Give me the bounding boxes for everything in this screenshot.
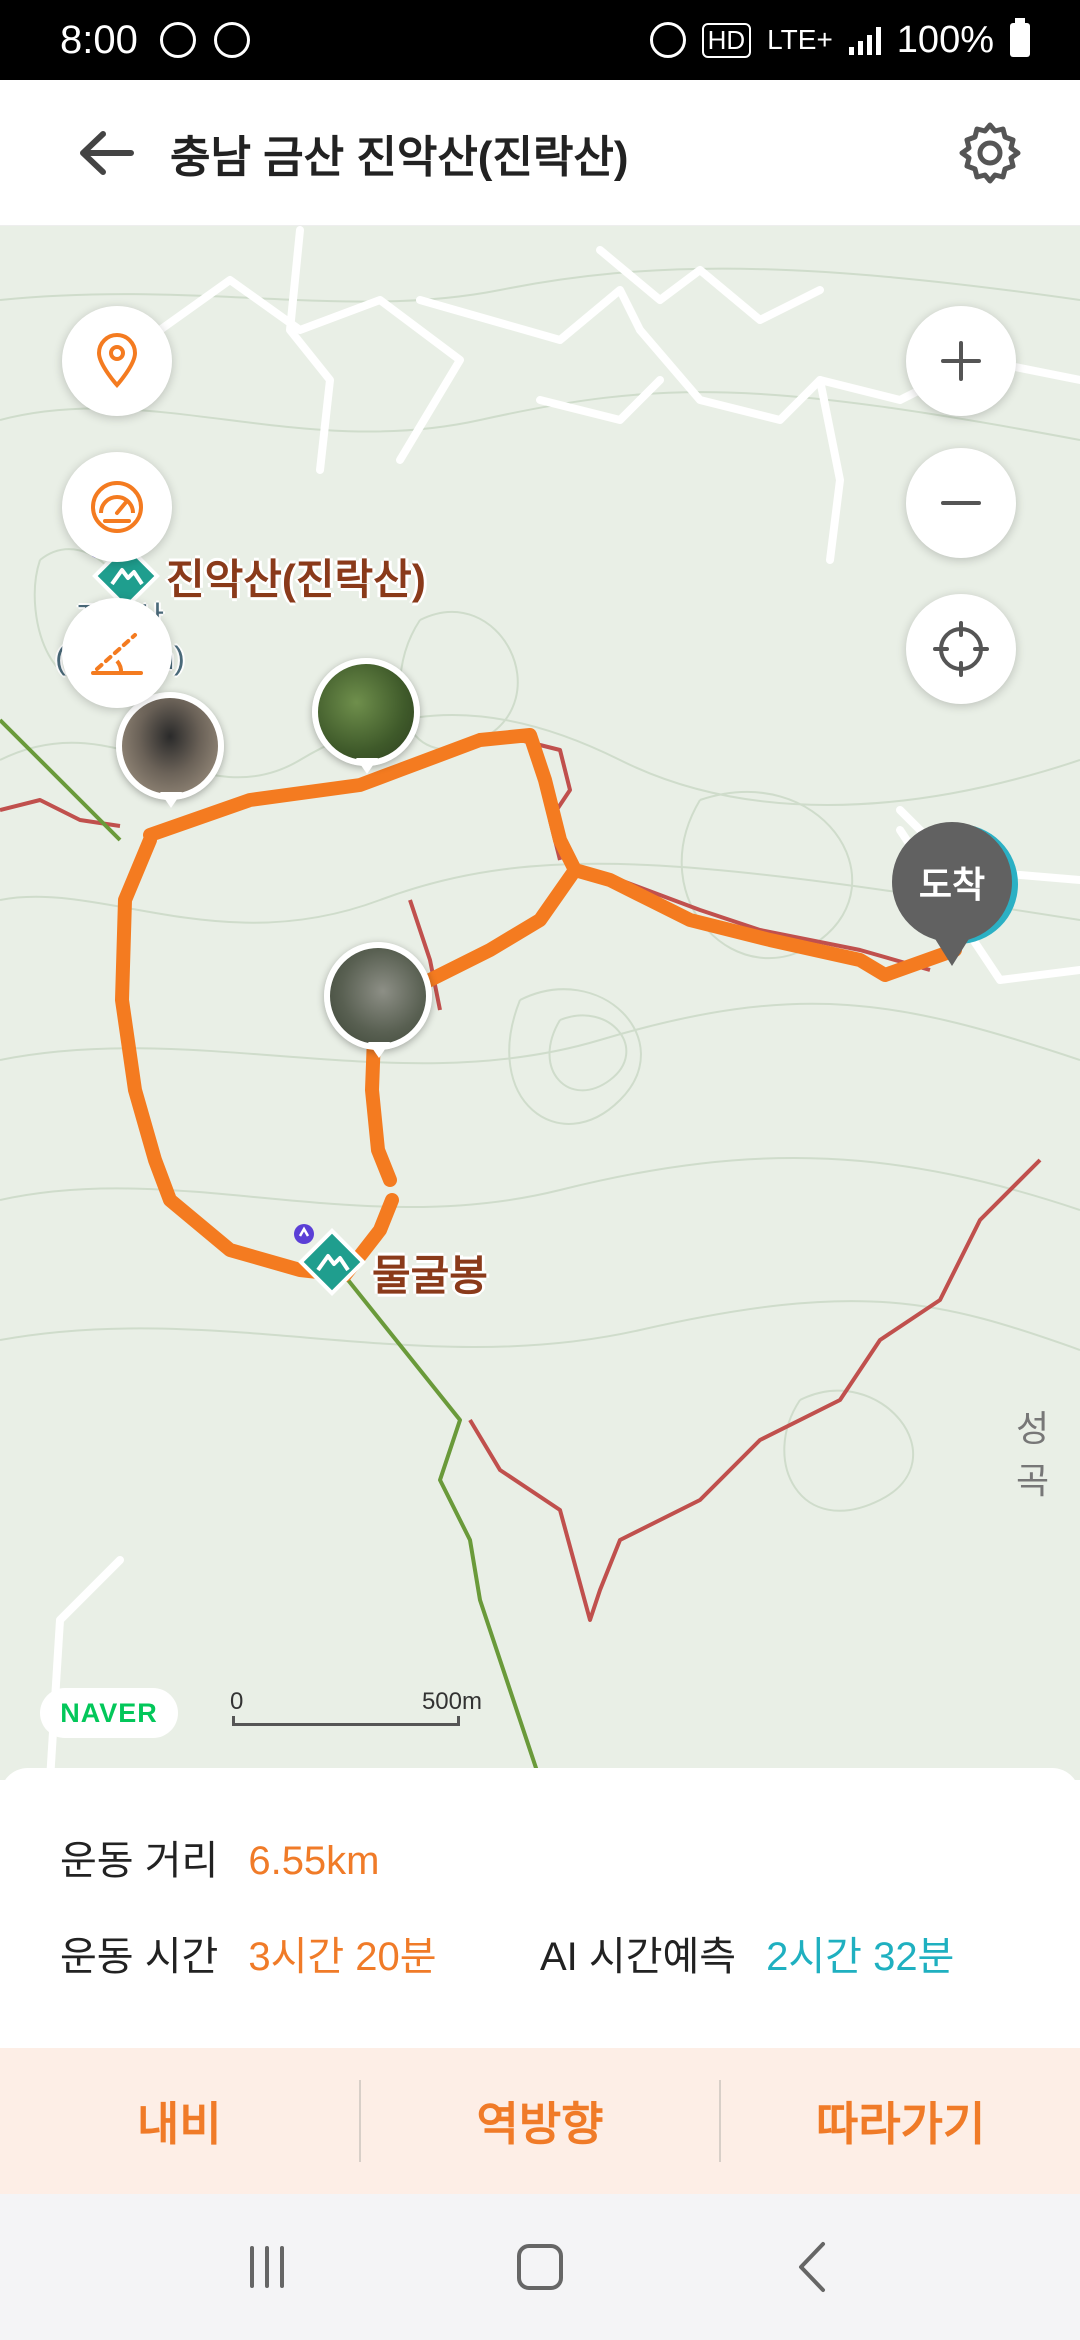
notification-icon xyxy=(213,22,250,58)
arrival-marker[interactable]: 도착 xyxy=(892,822,1012,972)
home-icon xyxy=(516,2244,563,2290)
gear-icon xyxy=(959,122,1021,183)
app-bar: 충남 금산 진악산(진락산) xyxy=(0,80,1080,226)
ai-time-label: AI 시간예측 xyxy=(540,1935,737,1979)
ai-time-value: 2시간 32분 xyxy=(766,1935,955,1979)
recenter-button[interactable] xyxy=(906,594,1016,704)
scale-zero: 0 xyxy=(230,1688,244,1715)
battery-percent: 100% xyxy=(896,18,994,61)
network-type: LTE+ xyxy=(767,24,833,55)
reverse-button[interactable]: 역방향 xyxy=(361,2088,720,2154)
map-view[interactable]: 진악산(진락산) 진악산 (732.■m) 물굴봉 도착 성곡 xyxy=(0,226,1080,1780)
signal-icon xyxy=(848,25,881,55)
map-base-layer xyxy=(0,226,1080,1780)
peak-marker-mulgulbong[interactable] xyxy=(290,1222,370,1302)
scale-distance: 500m xyxy=(421,1688,482,1715)
location-pin-icon xyxy=(96,333,138,388)
distance-stat: 운동 거리 6.55km xyxy=(60,1828,380,1886)
chevron-left-icon xyxy=(799,2242,826,2292)
photo-marker-rock[interactable] xyxy=(324,942,434,1062)
photo-marker-cave[interactable] xyxy=(116,692,226,812)
my-location-pin-button[interactable] xyxy=(62,306,172,416)
home-button[interactable] xyxy=(500,2227,580,2307)
arrival-label: 도착 xyxy=(892,822,1012,942)
status-time: 8:00 xyxy=(60,17,138,62)
recent-apps-icon xyxy=(249,2246,284,2288)
elevation-button[interactable] xyxy=(62,598,172,708)
crosshair-icon xyxy=(933,621,989,677)
slope-icon xyxy=(91,633,143,675)
peak-label-mulgulbong: 물굴봉 xyxy=(372,1252,488,1299)
distance-label: 운동 거리 xyxy=(60,1839,219,1883)
time-stat: 운동 시간 3시간 20분 xyxy=(60,1924,437,1982)
photo-marker-forest[interactable] xyxy=(312,658,422,778)
alarm-icon xyxy=(649,22,686,58)
recent-apps-button[interactable] xyxy=(227,2227,307,2307)
action-bar: 내비 역방향 따라가기 xyxy=(0,2048,1080,2194)
zoom-in-button[interactable] xyxy=(906,306,1016,416)
distance-value: 6.55km xyxy=(248,1839,380,1883)
activity-icon xyxy=(159,22,196,58)
page-title: 충남 금산 진악산(진락산) xyxy=(170,132,629,182)
settings-button[interactable] xyxy=(940,103,1040,203)
battery-icon xyxy=(1010,18,1030,57)
stats-panel: 운동 거리 6.55km 운동 시간 3시간 20분 AI 시간예측 2시간 32분 xyxy=(0,1768,1080,2048)
minus-icon xyxy=(941,501,981,505)
speedometer-icon xyxy=(91,481,143,533)
system-nav-bar xyxy=(0,2194,1080,2340)
system-back-button[interactable] xyxy=(773,2227,853,2307)
ai-time-stat: AI 시간예측 2시간 32분 xyxy=(540,1924,954,1982)
map-scale-bar: 0 500m xyxy=(230,1688,482,1728)
hd-badge: HD xyxy=(701,22,752,58)
time-label: 운동 시간 xyxy=(60,1935,219,1979)
navi-button[interactable]: 내비 xyxy=(0,2088,359,2154)
follow-button[interactable]: 따라가기 xyxy=(721,2088,1080,2154)
peak-label-jinaksan: 진악산(진락산) xyxy=(166,556,426,603)
place-label-seonggok: 성곡 xyxy=(1016,1408,1050,1501)
naver-logo: NAVER xyxy=(40,1688,178,1738)
back-button[interactable] xyxy=(50,98,160,208)
status-bar: 8:00 HD LTE+ 100% xyxy=(0,0,1080,80)
speed-button[interactable] xyxy=(62,452,172,562)
arrow-left-icon xyxy=(80,130,134,175)
zoom-out-button[interactable] xyxy=(906,448,1016,558)
plus-icon xyxy=(941,341,981,381)
time-value: 3시간 20분 xyxy=(248,1935,437,1979)
